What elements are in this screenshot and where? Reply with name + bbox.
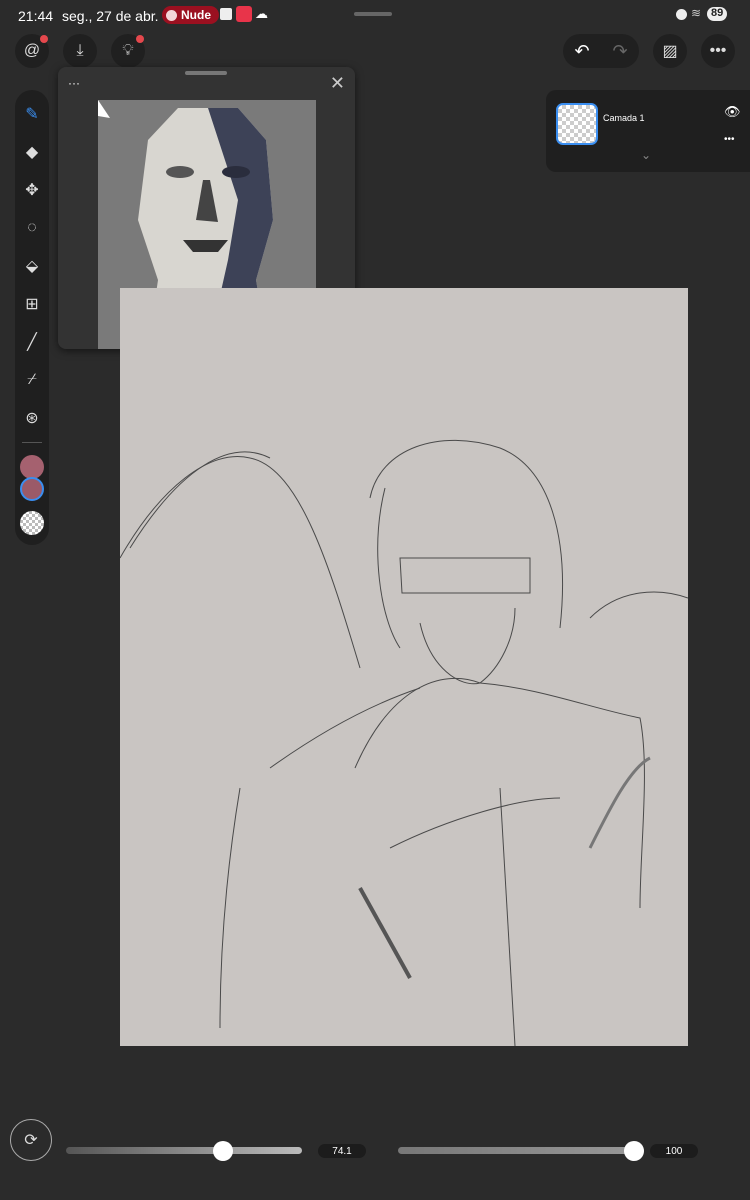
panel-menu-button[interactable]: ··· — [68, 76, 80, 90]
gallery-button[interactable]: ▨ — [653, 34, 687, 68]
import-icon: ⤓ — [76, 42, 84, 59]
rotate-canvas-button[interactable]: ⟳ — [10, 1119, 52, 1161]
secondary-color-swatch[interactable] — [20, 477, 44, 501]
fill-tool[interactable]: ⬙ — [17, 250, 47, 282]
notification-check-icon — [220, 8, 232, 20]
wifi-icon: ≋ — [691, 6, 702, 20]
image-icon: ▨ — [662, 43, 678, 60]
lightbulb-icon: 💡︎ — [122, 42, 134, 59]
status-time: 21:44 — [18, 8, 54, 24]
primary-color-swatch[interactable] — [20, 455, 44, 479]
chevron-down-icon[interactable]: ⌄ — [641, 148, 651, 162]
app-logo-button[interactable]: @ — [15, 34, 49, 68]
tool-sidebar: ✎ ◆ ✥ ◌ ⬙ ⊞ ╱ ⌿ ⊛ — [15, 90, 49, 545]
cloud-icon: ☁ — [255, 6, 268, 21]
layers-panel: Camada 1 👁︎ ••• ⌄ — [546, 90, 750, 172]
close-icon[interactable]: ✕ — [330, 73, 345, 94]
brush-size-slider[interactable] — [66, 1147, 302, 1154]
brush-size-value[interactable]: 74.1 — [318, 1144, 366, 1158]
media-pill[interactable]: Nude — [162, 6, 219, 24]
tips-button[interactable]: 💡︎ — [111, 34, 145, 68]
lasso-tool[interactable]: ◌ — [17, 212, 47, 244]
undo-redo-group: ↶ ↷ — [563, 34, 639, 68]
spotify-icon — [166, 9, 177, 21]
eyedropper-tool[interactable]: ⌿ — [17, 364, 47, 396]
layer-thumbnail[interactable] — [556, 103, 598, 145]
redo-icon[interactable]: ↷ — [612, 41, 627, 62]
move-tool[interactable]: ✥ — [17, 174, 47, 206]
divider — [22, 442, 42, 443]
layer-more-icon[interactable]: ••• — [724, 134, 735, 145]
brush-size-knob[interactable] — [213, 1141, 233, 1161]
rotate-icon: ⟳ — [24, 1132, 38, 1149]
opacity-slider[interactable] — [398, 1147, 644, 1154]
more-icon: ••• — [709, 42, 727, 59]
status-bar: 21:44 seg., 27 de abr. Nude ☁ ≋ 89 — [0, 0, 750, 30]
window-handle[interactable] — [354, 12, 392, 16]
status-date: seg., 27 de abr. — [62, 8, 159, 24]
dnd-icon — [676, 9, 687, 20]
opacity-value[interactable]: 100 — [650, 1144, 698, 1158]
panel-drag-handle[interactable] — [185, 71, 227, 75]
brush-tool[interactable]: ✎ — [17, 98, 47, 130]
notification-app-icon — [236, 6, 252, 22]
more-button[interactable]: ••• — [701, 34, 735, 68]
line-tool[interactable]: ╱ — [17, 326, 47, 358]
sketch-drawing — [119, 439, 689, 1047]
opacity-knob[interactable] — [624, 1141, 644, 1161]
drawing-canvas[interactable] — [119, 288, 689, 1047]
spiral-icon: @ — [23, 42, 41, 59]
transparent-color-swatch[interactable] — [20, 511, 44, 535]
import-button[interactable]: ⤓ — [63, 34, 97, 68]
media-label: Nude — [181, 8, 211, 22]
color-blend-tool[interactable]: ⊛ — [17, 402, 47, 434]
layer-name[interactable]: Camada 1 — [603, 113, 645, 123]
eye-icon[interactable]: 👁︎ — [724, 104, 741, 120]
battery-indicator: 89 — [707, 7, 728, 21]
undo-icon[interactable]: ↶ — [574, 41, 589, 62]
eraser-tool[interactable]: ◆ — [17, 136, 47, 168]
transform-tool[interactable]: ⊞ — [17, 288, 47, 320]
